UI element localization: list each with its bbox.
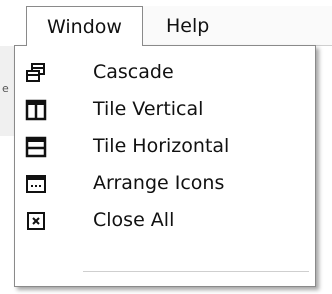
menu-window[interactable]: Window [26, 6, 143, 46]
cascade-icon [26, 63, 45, 82]
menu-item-label: Close All [93, 209, 175, 231]
menu-item-label: Arrange Icons [93, 172, 225, 194]
menu-item-arrange-icons[interactable]: Arrange Icons [15, 165, 315, 201]
menu-item-label: Cascade [93, 61, 174, 83]
background-window-text: e [2, 82, 9, 95]
arrange-icons-icon [26, 175, 46, 193]
window-menu-dropdown: Cascade Tile Vertical Tile Horizontal Ar… [14, 45, 316, 287]
background-window-edge: e [0, 46, 15, 136]
close-all-icon [27, 212, 45, 230]
menu-item-close-all[interactable]: Close All [15, 202, 315, 238]
menu-help[interactable]: Help [166, 6, 209, 46]
menu-item-tile-horizontal[interactable]: Tile Horizontal [15, 128, 315, 164]
tile-horizontal-icon [25, 136, 47, 158]
menu-item-label: Tile Horizontal [93, 135, 230, 157]
menu-item-tile-vertical[interactable]: Tile Vertical [15, 91, 315, 127]
menu-separator [83, 271, 309, 272]
tile-vertical-icon [25, 99, 47, 121]
menu-item-cascade[interactable]: Cascade [15, 54, 315, 90]
menu-item-label: Tile Vertical [93, 98, 204, 120]
